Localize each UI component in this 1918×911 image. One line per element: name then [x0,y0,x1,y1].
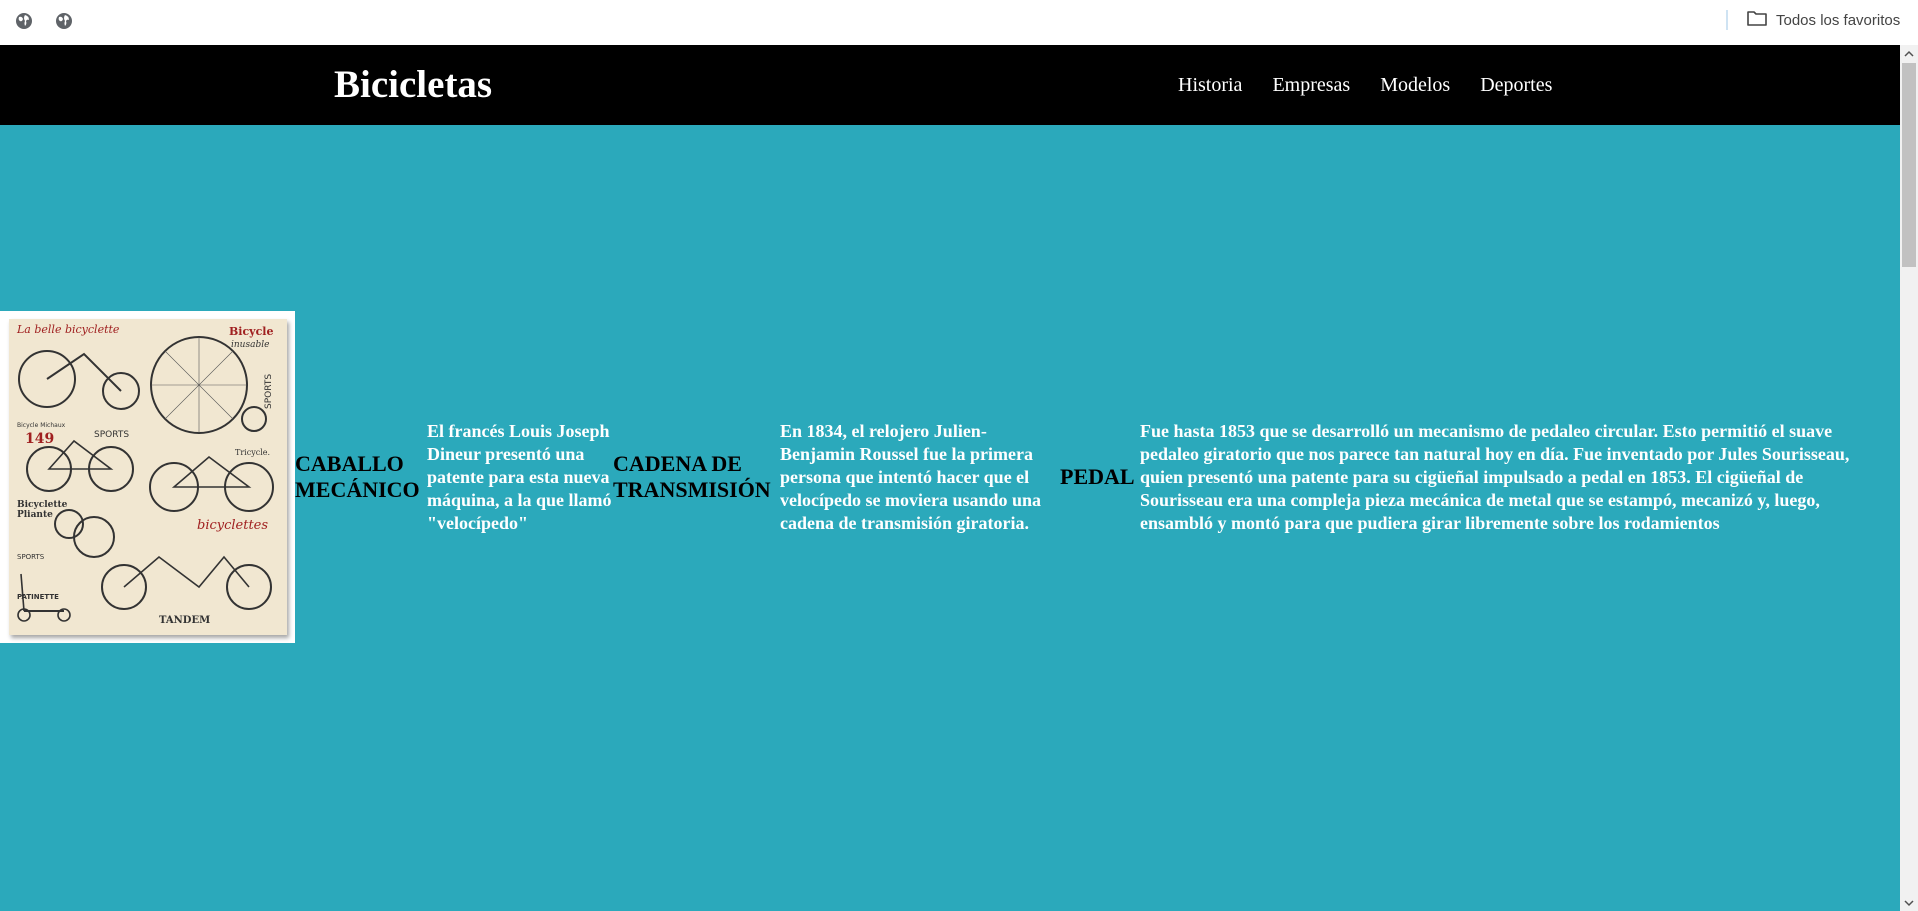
poster-label-michaux: Bicycle Michaux [17,422,66,429]
poster-image-frame: La belle bicyclette Bicycle inusable SPO… [0,311,295,643]
poster-label-tandem: TANDEM [159,615,210,626]
nav-link-modelos[interactable]: Modelos [1380,73,1450,97]
poster-label-sports-vertical: SPORTS [264,374,274,409]
poster-label-bicycle: Bicycle [229,325,273,338]
poster-label-inusable: inusable [231,340,269,350]
poster-label-bicyclette: Bicyclette [17,500,68,510]
poster-label-patinette: PATINETTE [17,593,59,601]
poster-label-tricycle: Tricycle. [235,448,270,457]
content-row: La belle bicyclette Bicycle inusable SPO… [0,311,1900,643]
scrollbar-thumb[interactable] [1902,63,1916,267]
site-header: Bicicletas Historia Empresas Modelos Dep… [0,45,1900,125]
nav-link-empresas[interactable]: Empresas [1272,73,1350,97]
all-favorites-label: Todos los favoritos [1776,11,1901,29]
poster-label-price: 149 [25,431,54,447]
main-nav: Historia Empresas Modelos Deportes [1178,73,1552,97]
section-heading-caballo-mecanico: CABALLO MECÁNICO [295,451,420,502]
bookmarks-bar: Todos los favoritos [0,0,1918,45]
poster-illustration: La belle bicyclette Bicycle inusable SPO… [8,319,287,635]
site-title: Bicicletas [334,63,493,106]
section-text-cadena: En 1834, el relojero Julien-Benjamin Rou… [780,420,1042,533]
globe-icon[interactable] [14,11,34,31]
scroll-down-arrow-icon[interactable] [1900,894,1918,911]
scroll-up-arrow-icon[interactable] [1900,45,1918,62]
all-favorites-button[interactable]: Todos los favoritos [1746,9,1900,31]
section-text-pedal: Fue hasta 1853 que se desarrolló un meca… [1140,420,1850,533]
folder-icon [1746,9,1768,31]
nav-link-historia[interactable]: Historia [1178,73,1242,97]
bicycles-poster-image: La belle bicyclette Bicycle inusable SPO… [8,319,287,635]
section-heading-cadena: CADENA DE TRANSMISIÓN [613,451,771,502]
bookmarks-divider [1726,10,1728,30]
poster-label-pliante: Pliante [17,510,53,520]
poster-label-bicyclettes: bicyclettes [197,518,268,533]
poster-label-sports-low: SPORTS [17,553,45,561]
vertical-scrollbar[interactable] [1900,45,1918,911]
poster-label-belle: La belle bicyclette [16,323,120,336]
section-heading-pedal: PEDAL [1060,464,1135,489]
nav-link-deportes[interactable]: Deportes [1480,73,1552,97]
globe-icon[interactable] [54,11,74,31]
poster-label-sports-mid: SPORTS [94,430,129,440]
section-text-caballo-mecanico: El francés Louis Joseph Dineur presentó … [427,420,612,533]
page-viewport: Bicicletas Historia Empresas Modelos Dep… [0,45,1900,911]
